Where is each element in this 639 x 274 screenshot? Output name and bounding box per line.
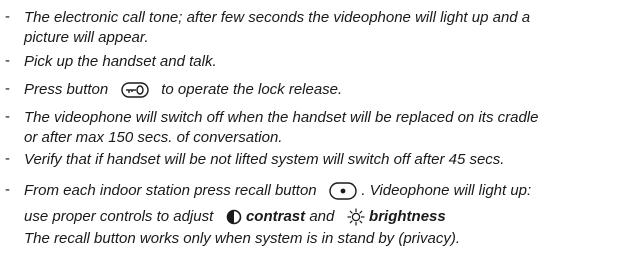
call-tone-line-1: The electronic call tone; after few seco…	[24, 9, 531, 26]
switch-off-line-1: The videophone will switch off when the …	[24, 109, 539, 126]
contrast-label: contrast	[245, 208, 306, 225]
verify-line: Verify that if handset will be not lifte…	[24, 151, 505, 168]
brightness-icon	[347, 208, 365, 226]
recall-text-after: . Videophone will light up:	[361, 182, 532, 199]
recall-button-icon	[329, 182, 357, 200]
brightness-label: brightness	[369, 208, 446, 225]
lock-release-line: Press button to operate the lock release…	[24, 80, 342, 100]
lock-release-text-before: Press button	[24, 81, 109, 98]
recall-line-2: use proper controls to adjust contrast a…	[24, 207, 446, 227]
pick-up-line: Pick up the handset and talk.	[24, 53, 217, 70]
bullet-dash: -	[5, 108, 10, 125]
contrast-icon	[226, 209, 242, 225]
bullet-dash: -	[5, 8, 10, 25]
key-lock-icon	[121, 82, 149, 98]
recall-text-before: From each indoor station press recall bu…	[24, 182, 317, 199]
switch-off-line-2: or after max 150 secs. of conversation.	[24, 129, 283, 146]
bullet-dash: -	[5, 80, 10, 97]
lock-release-text-after: to operate the lock release.	[161, 81, 343, 98]
recall-line-3: The recall button works only when system…	[24, 230, 461, 247]
bullet-dash: -	[5, 150, 10, 167]
instruction-page: - The electronic call tone; after few se…	[0, 0, 639, 274]
bullet-dash: -	[5, 181, 10, 198]
and-text: and	[309, 208, 335, 225]
call-tone-line-2: picture will appear.	[24, 29, 149, 46]
recall-line-1: From each indoor station press recall bu…	[24, 181, 531, 201]
bullet-dash: -	[5, 52, 10, 69]
adjust-text: use proper controls to adjust	[24, 208, 214, 225]
